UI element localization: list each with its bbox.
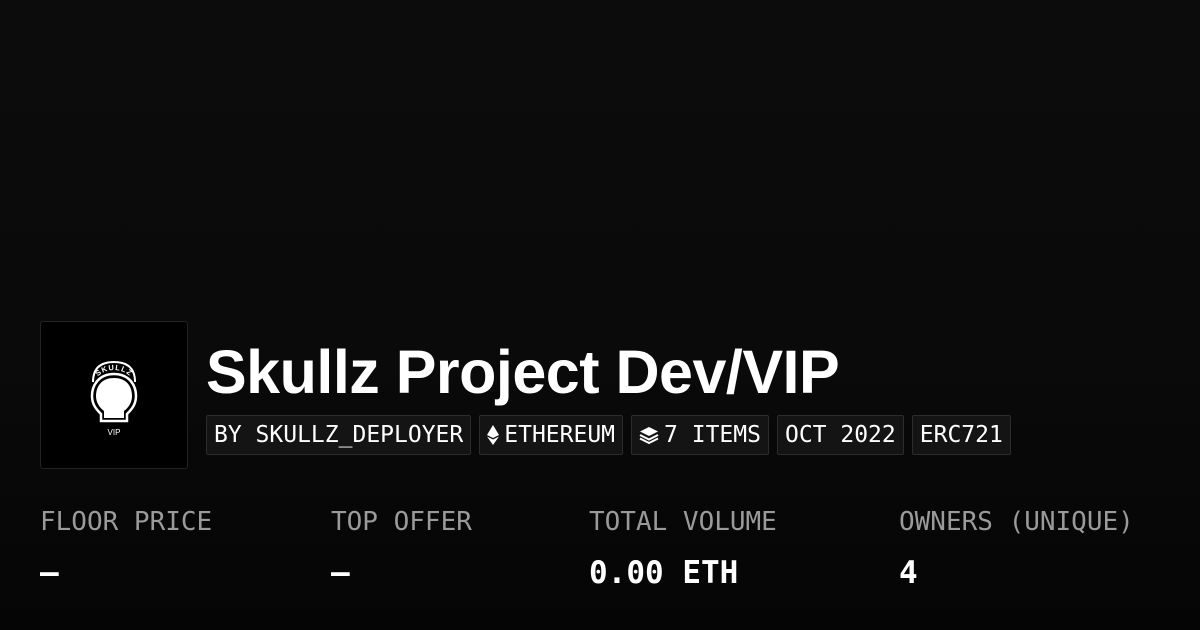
stat-owners: OWNERS (UNIQUE) 4 bbox=[899, 505, 1134, 590]
creator-badge[interactable]: BY SKULLZ_DEPLOYER bbox=[206, 415, 472, 455]
stat-label: FLOOR PRICE bbox=[40, 507, 213, 537]
stat-label: TOP OFFER bbox=[331, 507, 472, 537]
stat-label: OWNERS (UNIQUE) bbox=[899, 507, 1134, 537]
items-badge[interactable]: 7 ITEMS bbox=[631, 415, 769, 455]
collection-logo: SKULLZ VIP bbox=[40, 321, 188, 469]
stat-total-volume: TOTAL VOLUME 0.00 ETH bbox=[589, 505, 777, 590]
chain-badge[interactable]: ETHEREUM bbox=[479, 415, 624, 455]
stat-value: — bbox=[331, 555, 350, 591]
created-date-badge: OCT 2022 bbox=[776, 415, 904, 455]
skull-logo-icon: SKULLZ VIP bbox=[90, 360, 138, 437]
collection-title: Skullz Project Dev/VIP bbox=[206, 338, 840, 406]
stat-value: 4 bbox=[899, 555, 918, 591]
logo-text-bottom: VIP bbox=[108, 428, 121, 437]
stat-label: TOTAL VOLUME bbox=[589, 507, 777, 537]
stat-floor-price: FLOOR PRICE — bbox=[40, 505, 212, 590]
stat-value: 0.00 ETH bbox=[589, 555, 739, 591]
stat-top-offer: TOP OFFER — bbox=[331, 505, 472, 590]
ethereum-icon bbox=[487, 425, 500, 445]
chain-badge-label: ETHEREUM bbox=[504, 422, 616, 448]
items-badge-label: 7 ITEMS bbox=[664, 422, 761, 448]
layers-icon bbox=[639, 426, 659, 444]
created-date-label: OCT 2022 bbox=[784, 422, 896, 448]
token-standard-label: ERC721 bbox=[919, 422, 1003, 448]
collection-badges: BY SKULLZ_DEPLOYER ETHEREUM 7 ITEMS OCT … bbox=[206, 415, 1011, 455]
stat-value: — bbox=[40, 555, 59, 591]
token-standard-badge: ERC721 bbox=[911, 415, 1011, 455]
creator-badge-label: BY SKULLZ_DEPLOYER bbox=[214, 422, 464, 448]
